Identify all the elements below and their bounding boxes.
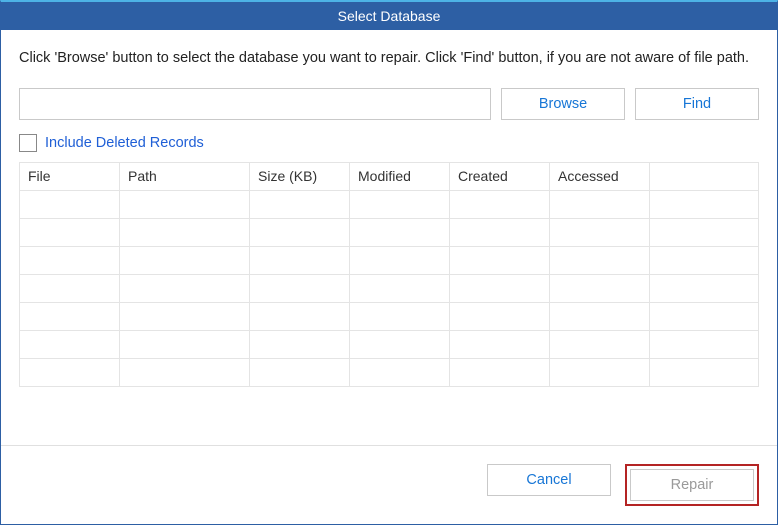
table-cell (250, 330, 350, 358)
table-cell (120, 330, 250, 358)
browse-button[interactable]: Browse (501, 88, 625, 120)
browse-button-label: Browse (539, 96, 587, 112)
table-row[interactable] (20, 246, 759, 274)
table-cell (650, 358, 759, 386)
table-cell (650, 246, 759, 274)
dialog-content: Click 'Browse' button to select the data… (1, 30, 777, 445)
table-cell (350, 302, 450, 330)
table-cell (650, 190, 759, 218)
table-cell (20, 190, 120, 218)
table-cell (350, 190, 450, 218)
table-cell (550, 358, 650, 386)
find-button-label: Find (683, 96, 711, 112)
table-row[interactable] (20, 302, 759, 330)
dialog-footer: Cancel Repair (1, 445, 777, 524)
path-row: Browse Find (19, 88, 759, 120)
table-cell (250, 246, 350, 274)
table-cell (120, 190, 250, 218)
database-path-input[interactable] (19, 88, 491, 120)
table-cell (450, 358, 550, 386)
table-cell (450, 302, 550, 330)
repair-highlight: Repair (625, 464, 759, 506)
table-cell (450, 330, 550, 358)
table-cell (650, 218, 759, 246)
column-size[interactable]: Size (KB) (250, 162, 350, 190)
column-file[interactable]: File (20, 162, 120, 190)
cancel-button-label: Cancel (526, 472, 571, 488)
table-cell (20, 330, 120, 358)
dialog-title: Select Database (338, 8, 441, 24)
dialog-window: Select Database Click 'Browse' button to… (0, 0, 778, 525)
table-row[interactable] (20, 274, 759, 302)
table-cell (250, 274, 350, 302)
file-table: File Path Size (KB) Modified Created Acc… (19, 162, 759, 387)
table-cell (120, 218, 250, 246)
table-cell (250, 218, 350, 246)
table-cell (550, 218, 650, 246)
instructions-text: Click 'Browse' button to select the data… (19, 48, 759, 70)
table-cell (450, 218, 550, 246)
table-cell (120, 302, 250, 330)
table-cell (20, 218, 120, 246)
table-cell (650, 330, 759, 358)
table-cell (550, 274, 650, 302)
table-cell (250, 358, 350, 386)
title-bar: Select Database (1, 2, 777, 30)
table-row[interactable] (20, 330, 759, 358)
table-cell (120, 274, 250, 302)
include-deleted-row: Include Deleted Records (19, 134, 759, 152)
table-cell (250, 190, 350, 218)
table-cell (650, 302, 759, 330)
table-cell (120, 358, 250, 386)
table-cell (350, 218, 450, 246)
column-accessed[interactable]: Accessed (550, 162, 650, 190)
repair-button[interactable]: Repair (630, 469, 754, 501)
column-modified[interactable]: Modified (350, 162, 450, 190)
find-button[interactable]: Find (635, 88, 759, 120)
table-cell (550, 190, 650, 218)
table-cell (550, 246, 650, 274)
table-cell (650, 274, 759, 302)
table-cell (350, 330, 450, 358)
table-cell (350, 358, 450, 386)
table-row[interactable] (20, 190, 759, 218)
column-extra[interactable] (650, 162, 759, 190)
include-deleted-checkbox[interactable] (19, 134, 37, 152)
table-cell (20, 274, 120, 302)
table-cell (20, 358, 120, 386)
table-header-row: File Path Size (KB) Modified Created Acc… (20, 162, 759, 190)
column-created[interactable]: Created (450, 162, 550, 190)
include-deleted-label: Include Deleted Records (45, 135, 204, 151)
table-row[interactable] (20, 218, 759, 246)
table-cell (450, 246, 550, 274)
table-cell (550, 302, 650, 330)
table-cell (20, 302, 120, 330)
table-cell (450, 190, 550, 218)
column-path[interactable]: Path (120, 162, 250, 190)
cancel-button[interactable]: Cancel (487, 464, 611, 496)
table-cell (20, 246, 120, 274)
table-cell (550, 330, 650, 358)
table-cell (250, 302, 350, 330)
table-cell (450, 274, 550, 302)
table-cell (350, 274, 450, 302)
table-cell (120, 246, 250, 274)
table-cell (350, 246, 450, 274)
repair-button-label: Repair (671, 477, 714, 493)
table-row[interactable] (20, 358, 759, 386)
